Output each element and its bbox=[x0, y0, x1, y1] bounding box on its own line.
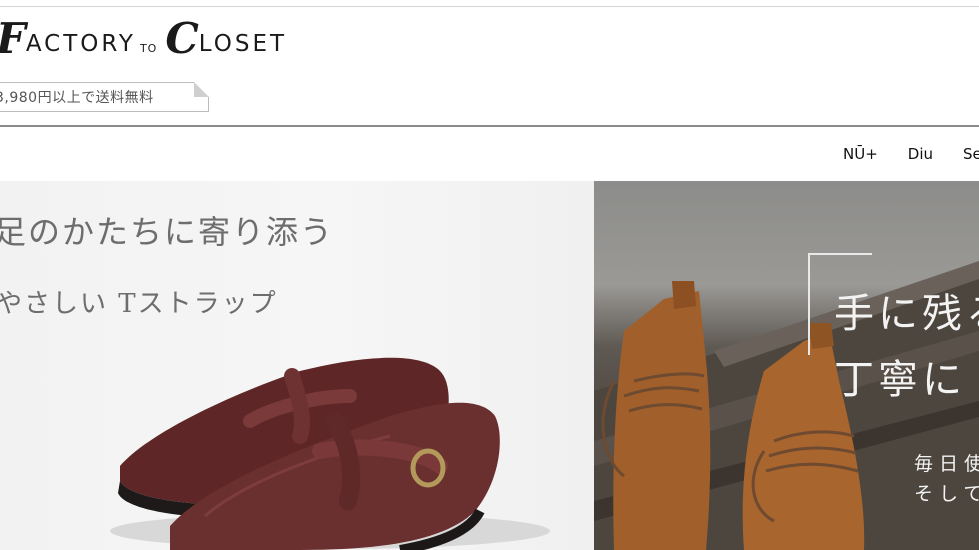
frame-line-vertical bbox=[808, 253, 810, 355]
logo-letter-c: C bbox=[165, 14, 199, 63]
hero-banner-tstrap[interactable]: 足のかたちに寄り添う やさしい Tストラップ bbox=[0, 181, 594, 550]
page: F ACTORY TO C LOSET 3,980円以上で送料無料 NŪ+ Di… bbox=[0, 0, 979, 550]
site-logo[interactable]: F ACTORY TO C LOSET bbox=[0, 14, 287, 60]
hero-right-caption-2: そして財 bbox=[914, 483, 979, 505]
frame-line-horizontal bbox=[808, 253, 872, 255]
hero-right-caption-1: 毎日使 bbox=[914, 453, 979, 475]
tag-fold-corner bbox=[194, 82, 209, 97]
logo-word-actory: ACTORY bbox=[25, 31, 136, 57]
free-shipping-text: 3,980円以上で送料無料 bbox=[0, 90, 154, 106]
free-shipping-banner[interactable]: 3,980円以上で送料無料 bbox=[0, 82, 209, 112]
logo-letter-f: F bbox=[0, 18, 26, 60]
nav-item-se[interactable]: Se bbox=[963, 145, 979, 163]
brand-nav: NŪ+ Diu Se bbox=[843, 145, 979, 163]
tstrap-shoes-image bbox=[110, 357, 550, 550]
logo-word-loset: LOSET bbox=[198, 31, 288, 57]
hero-banner-boots[interactable]: 手に残る 丁寧に 毎日使 そして財 bbox=[594, 181, 979, 550]
nav-item-diu[interactable]: Diu bbox=[908, 145, 933, 163]
logo-to: TO bbox=[139, 42, 158, 55]
top-divider bbox=[0, 6, 979, 7]
hero-right-headline-1: 手に残る bbox=[834, 291, 979, 337]
header-divider bbox=[0, 125, 979, 127]
hero-right-headline-2: 丁寧に bbox=[834, 357, 966, 403]
nav-item-nu-plus[interactable]: NŪ+ bbox=[843, 145, 878, 163]
